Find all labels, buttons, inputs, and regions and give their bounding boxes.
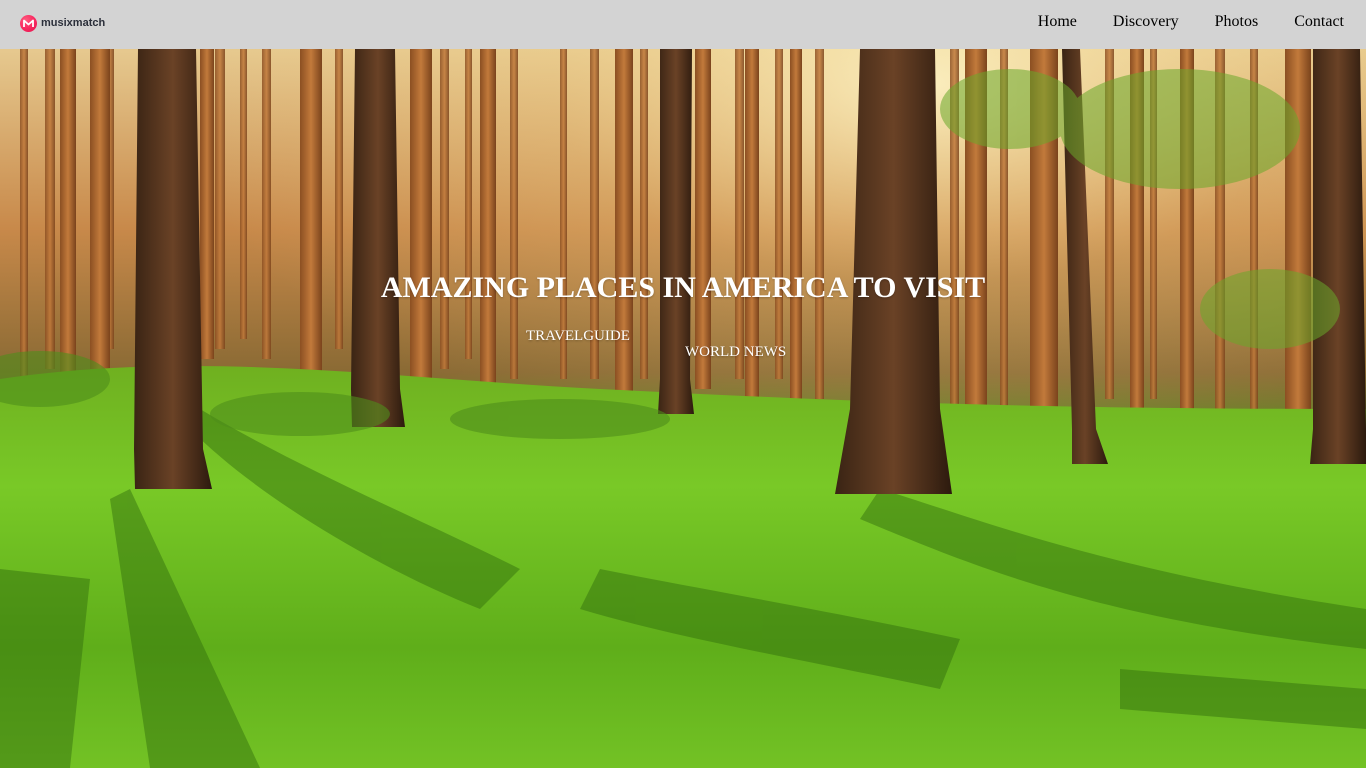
hero-banner: AMAZING PLACES IN AMERICA TO VISIT TRAVE… bbox=[0, 49, 1366, 768]
world-news-link[interactable]: WORLD NEWS bbox=[685, 344, 786, 361]
hero-headline: AMAZING PLACES IN AMERICA TO VISIT bbox=[380, 271, 986, 304]
nav-link-photos[interactable]: Photos bbox=[1215, 13, 1259, 31]
brand-name: musixmatch bbox=[41, 17, 106, 29]
nav-link-home[interactable]: Home bbox=[1038, 13, 1077, 31]
nav-link-contact[interactable]: Contact bbox=[1294, 13, 1344, 31]
forest-background-image bbox=[0, 49, 1366, 768]
top-navbar: musixmatch Home Discovery Photos Contact bbox=[0, 0, 1366, 49]
main-nav: Home Discovery Photos Contact bbox=[1002, 13, 1344, 31]
brand-logo[interactable]: musixmatch bbox=[20, 13, 105, 33]
travelguide-link[interactable]: TRAVELGUIDE bbox=[526, 328, 630, 345]
nav-link-discovery[interactable]: Discovery bbox=[1113, 13, 1179, 31]
musixmatch-logo-icon bbox=[20, 14, 37, 32]
